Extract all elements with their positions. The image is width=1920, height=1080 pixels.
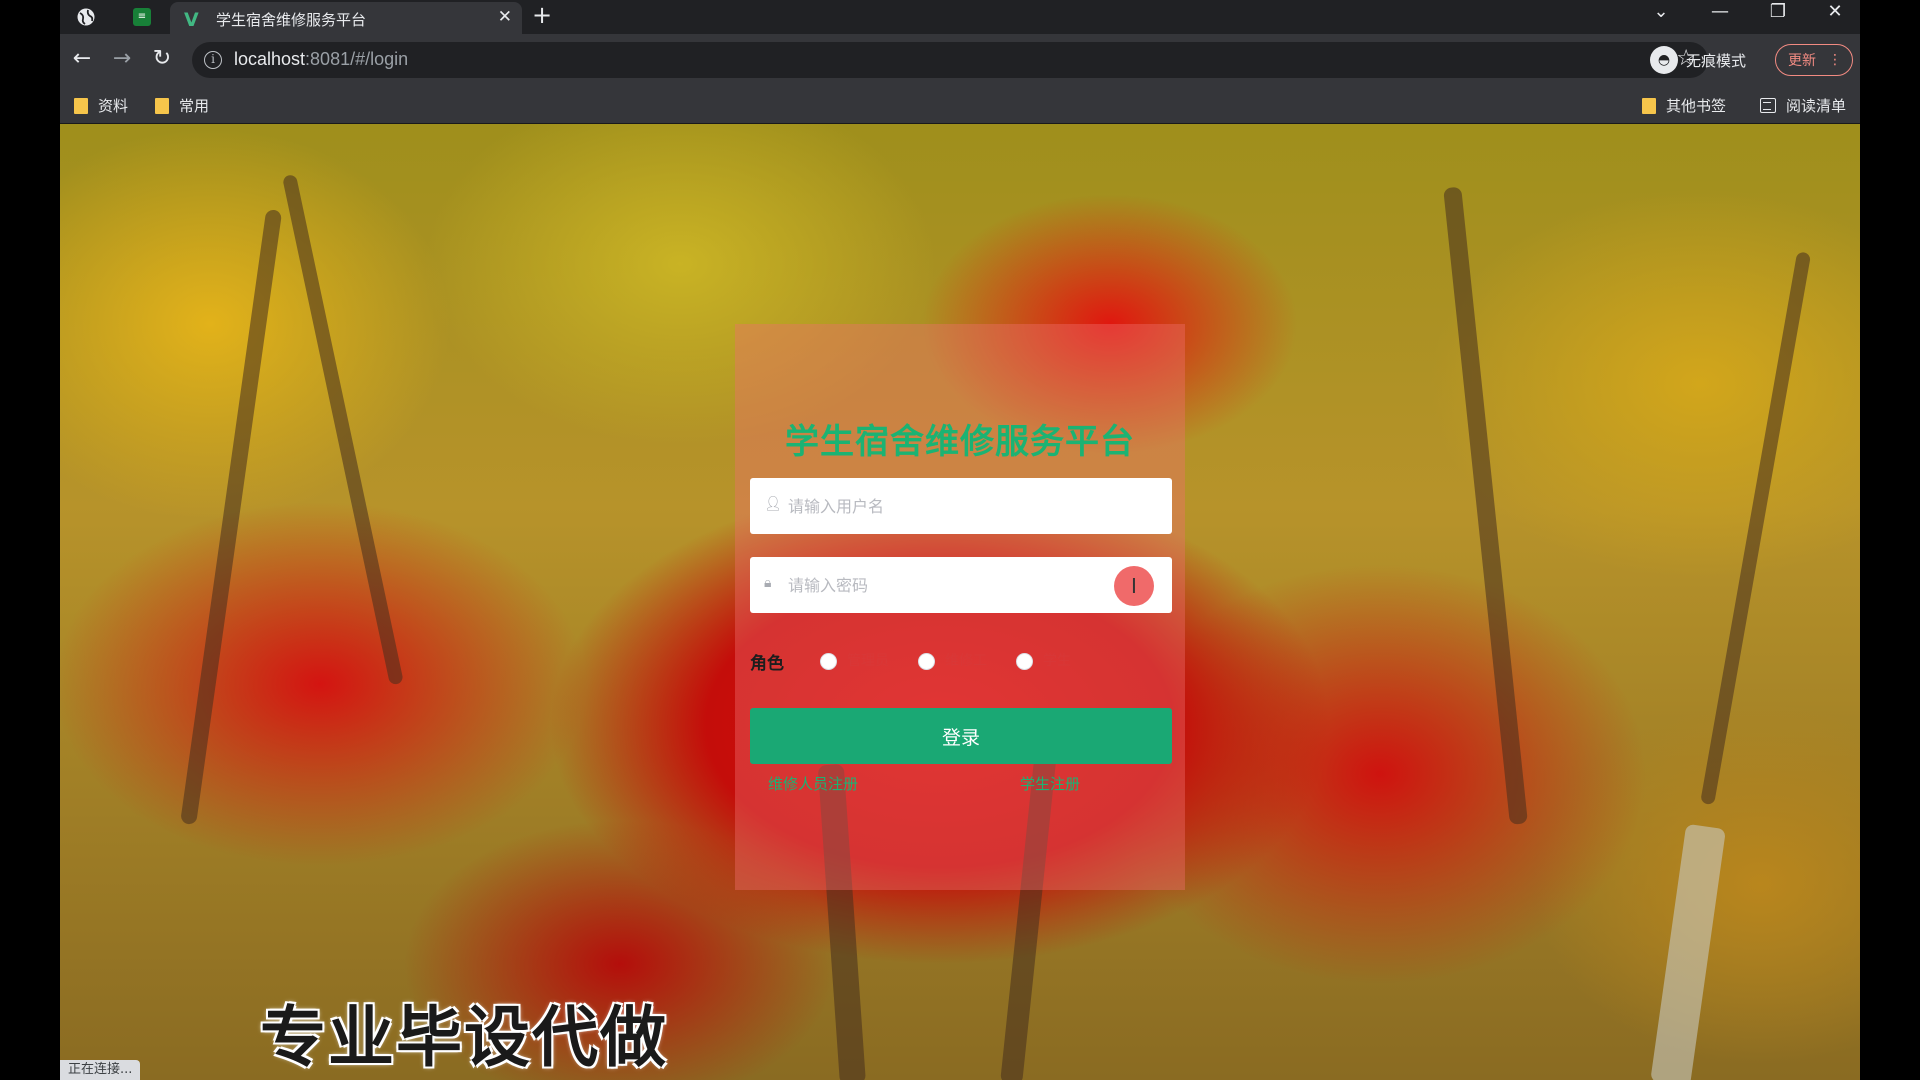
incognito-icon: ◓ bbox=[1650, 46, 1678, 74]
password-field[interactable]: 🔒︎ I bbox=[750, 557, 1172, 613]
update-label: 更新 bbox=[1788, 53, 1816, 69]
other-bookmarks[interactable]: 其他书签 bbox=[1642, 95, 1726, 116]
browser-window: ≡ V 学生宿舍维修服务平台 ✕ + ⌄ — ❐ ✕ ← → ↻ i local… bbox=[60, 0, 1860, 1080]
reading-list-icon bbox=[1760, 98, 1776, 113]
page-title: 学生宿舍维修服务平台 bbox=[785, 422, 1135, 462]
radio-label-student[interactable]: 学生 bbox=[1043, 650, 1071, 670]
role-label: 角色 bbox=[750, 654, 784, 674]
bookmarks-bar: 资料 常用 其他书签 阅读清单 bbox=[60, 86, 1860, 124]
user-icon: 👤︎ bbox=[764, 496, 782, 512]
tab-group-icon[interactable]: ≡ bbox=[128, 3, 156, 31]
bookmark-label: 常用 bbox=[179, 97, 210, 115]
text-cursor-icon: I bbox=[1114, 566, 1154, 606]
folder-icon bbox=[155, 97, 169, 114]
back-icon[interactable]: ← bbox=[68, 46, 96, 72]
watermark-text: 专业毕设代做 bbox=[260, 999, 668, 1076]
status-bar: 正在连接... bbox=[60, 1060, 141, 1080]
role-selector: 角色 管理员 维修工 学生 bbox=[750, 646, 1172, 676]
vue-icon: V bbox=[184, 9, 199, 31]
site-info-icon[interactable]: i bbox=[204, 51, 222, 69]
reading-list[interactable]: 阅读清单 bbox=[1760, 95, 1846, 116]
tab-strip: ≡ V 学生宿舍维修服务平台 ✕ + ⌄ — ❐ ✕ bbox=[60, 0, 1860, 34]
screen: ≡ V 学生宿舍维修服务平台 ✕ + ⌄ — ❐ ✕ ← → ↻ i local… bbox=[0, 0, 1920, 1080]
login-card: 学生宿舍维修服务平台 👤︎ 🔒︎ I 角色 管理员 维修工 学生 登录 维修 bbox=[735, 324, 1185, 890]
forward-icon[interactable]: → bbox=[108, 46, 136, 72]
url-text[interactable]: localhost:8081/#/login bbox=[234, 49, 408, 70]
globe-icon[interactable] bbox=[72, 3, 100, 31]
close-tab-icon[interactable]: ✕ bbox=[498, 7, 512, 27]
reload-icon[interactable]: ↻ bbox=[148, 46, 176, 72]
new-tab-icon[interactable]: + bbox=[532, 1, 552, 29]
incognito-indicator[interactable]: ◓ 无痕模式 bbox=[1650, 42, 1746, 78]
radio-student[interactable] bbox=[1016, 653, 1033, 670]
kebab-menu-icon: ⋮ bbox=[1828, 52, 1842, 68]
close-window-icon[interactable]: ✕ bbox=[1815, 1, 1855, 22]
minimize-icon[interactable]: — bbox=[1700, 1, 1740, 22]
folder-icon bbox=[74, 97, 88, 114]
radio-repairman[interactable] bbox=[918, 653, 935, 670]
page-viewport: 学生宿舍维修服务平台 👤︎ 🔒︎ I 角色 管理员 维修工 学生 登录 维修 bbox=[60, 124, 1860, 1080]
login-button[interactable]: 登录 bbox=[750, 708, 1172, 764]
restore-icon[interactable]: ❐ bbox=[1758, 1, 1798, 22]
update-button[interactable]: 更新 ⋮ bbox=[1775, 44, 1853, 76]
bookmark-folder-changyong[interactable]: 常用 bbox=[155, 95, 209, 116]
bookmark-folder-ziliao[interactable]: 资料 bbox=[74, 95, 128, 116]
lock-icon: 🔒︎ bbox=[764, 575, 772, 591]
radio-label-repairman[interactable]: 维修工 bbox=[945, 650, 987, 670]
radio-admin[interactable] bbox=[820, 653, 837, 670]
radio-label-admin[interactable]: 管理员 bbox=[847, 650, 889, 670]
address-bar[interactable]: i localhost:8081/#/login ☆ bbox=[192, 42, 1708, 78]
student-register-link[interactable]: 学生注册 bbox=[1020, 773, 1080, 794]
tab-search-icon[interactable]: ⌄ bbox=[1641, 1, 1681, 22]
bookmark-label: 其他书签 bbox=[1666, 97, 1727, 115]
active-tab[interactable]: V 学生宿舍维修服务平台 ✕ bbox=[170, 2, 522, 34]
folder-icon bbox=[1642, 97, 1656, 114]
reading-list-label: 阅读清单 bbox=[1786, 97, 1847, 115]
incognito-label: 无痕模式 bbox=[1686, 51, 1747, 70]
username-field[interactable]: 👤︎ bbox=[750, 478, 1172, 534]
toolbar: ← → ↻ i localhost:8081/#/login ☆ ◓ 无痕模式 … bbox=[60, 34, 1860, 86]
password-input[interactable] bbox=[788, 569, 1128, 601]
repairman-register-link[interactable]: 维修人员注册 bbox=[768, 773, 858, 794]
bookmark-label: 资料 bbox=[98, 97, 129, 115]
username-input[interactable] bbox=[788, 490, 1128, 522]
tab-title: 学生宿舍维修服务平台 bbox=[216, 11, 367, 29]
